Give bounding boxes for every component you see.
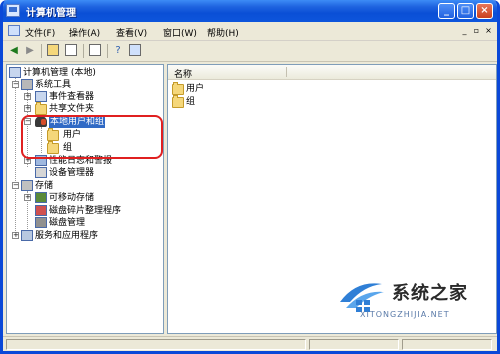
tree-item-services-apps[interactable]: + 服务和应用程序 [7, 230, 163, 242]
storage-icon [21, 180, 33, 191]
tree-label-shared-folders: 共享文件夹 [49, 104, 95, 114]
list-item-label: 用户 [186, 84, 205, 94]
removable-storage-icon [35, 192, 47, 203]
tools-icon [21, 79, 33, 90]
list-item[interactable]: 用户 [172, 82, 292, 95]
menu-window[interactable]: 窗口(W) [163, 26, 197, 39]
status-bar [3, 336, 497, 351]
toolbar-divider [41, 44, 42, 58]
computer-management-icon [6, 4, 20, 17]
expand-toggle[interactable]: + [24, 93, 31, 100]
tree-label-root: 计算机管理 (本地) [23, 68, 96, 78]
computer-icon [9, 67, 21, 78]
tree-item-device-manager[interactable]: 设备管理器 [7, 167, 163, 179]
show-hide-tree-icon[interactable] [65, 44, 77, 56]
menu-file[interactable]: 文件(F) [25, 26, 55, 39]
disk-management-icon [35, 217, 47, 228]
expand-toggle[interactable]: + [24, 194, 31, 201]
menu-bar: 文件(F) 操作(A) 查看(V) 窗口(W) 帮助(H) _ ▫ × [3, 22, 497, 41]
toolbar: ◀ ▶ ? [3, 41, 497, 62]
list-item[interactable]: 组 [172, 95, 292, 108]
watermark-brand: 系统之家 [392, 283, 468, 304]
tree-item-defrag[interactable]: 磁盘碎片整理程序 [7, 205, 163, 217]
status-segment [309, 339, 399, 350]
tree-item-root[interactable]: 计算机管理 (本地) [7, 67, 163, 79]
event-viewer-icon [35, 91, 47, 102]
tree-label-system-tools: 系统工具 [35, 80, 72, 90]
status-segment [402, 339, 492, 350]
mdi-minimize-button[interactable]: _ [459, 26, 470, 36]
console-tree[interactable]: 计算机管理 (本地) − 系统工具 + 事件查看器 + 共享文件夹 − 本地用户… [6, 64, 164, 334]
minimize-button[interactable]: _ [438, 3, 455, 19]
tree-label-removable-storage: 可移动存储 [49, 193, 95, 203]
defrag-icon [35, 205, 47, 216]
list-header: 名称 [168, 65, 496, 80]
tree-item-removable-storage[interactable]: + 可移动存储 [7, 192, 163, 204]
maximize-button[interactable]: □ [457, 3, 474, 19]
status-segment [6, 339, 306, 350]
tree-label-defrag: 磁盘碎片整理程序 [49, 206, 122, 216]
mdi-close-button[interactable]: × [483, 26, 494, 36]
tree-item-system-tools[interactable]: − 系统工具 [7, 79, 163, 91]
menu-action[interactable]: 操作(A) [69, 26, 100, 39]
tree-label-disk-management: 磁盘管理 [49, 218, 86, 228]
column-divider[interactable] [286, 67, 287, 77]
tree-item-event-viewer[interactable]: + 事件查看器 [7, 91, 163, 103]
expand-toggle[interactable]: + [24, 105, 31, 112]
tree-item-shared-folders[interactable]: + 共享文件夹 [7, 102, 163, 115]
column-header-name[interactable]: 名称 [174, 67, 192, 80]
tree-item-disk-management[interactable]: 磁盘管理 [7, 217, 163, 229]
shared-folder-icon [35, 102, 47, 115]
watermark-url: XITONGZHIJIA.NET [360, 310, 450, 319]
title-bar[interactable]: 计算机管理 _ □ × [3, 0, 497, 22]
window-title: 计算机管理 [26, 8, 76, 19]
toolbar-divider [107, 44, 108, 58]
list-item-label: 组 [186, 97, 196, 107]
export-list-icon[interactable] [89, 44, 101, 56]
tree-label-storage: 存储 [35, 181, 54, 191]
tree-label-device-manager: 设备管理器 [49, 168, 95, 178]
close-button[interactable]: × [476, 3, 493, 19]
collapse-toggle[interactable]: − [12, 81, 19, 88]
expand-toggle[interactable]: + [12, 232, 19, 239]
toolbar-divider [83, 44, 84, 58]
collapse-toggle[interactable]: − [12, 182, 19, 189]
folder-icon [172, 82, 184, 95]
menu-help[interactable]: 帮助(H) [207, 26, 239, 39]
device-manager-icon [35, 167, 47, 178]
mdi-restore-button[interactable]: ▫ [471, 26, 482, 36]
highlight-annotation [21, 115, 163, 159]
console-icon[interactable] [8, 25, 20, 36]
properties-icon[interactable] [129, 44, 141, 56]
services-apps-icon [21, 230, 33, 241]
tree-label-services-apps: 服务和应用程序 [35, 231, 99, 241]
up-folder-icon[interactable] [47, 44, 59, 56]
folder-icon [172, 95, 184, 108]
menu-view[interactable]: 查看(V) [116, 26, 147, 39]
forward-arrow-icon[interactable]: ▶ [23, 44, 37, 57]
tree-label-event-viewer: 事件查看器 [49, 92, 95, 102]
back-arrow-icon[interactable]: ◀ [7, 44, 21, 57]
tree-item-storage[interactable]: − 存储 [7, 180, 163, 192]
help-icon[interactable]: ? [111, 44, 125, 57]
